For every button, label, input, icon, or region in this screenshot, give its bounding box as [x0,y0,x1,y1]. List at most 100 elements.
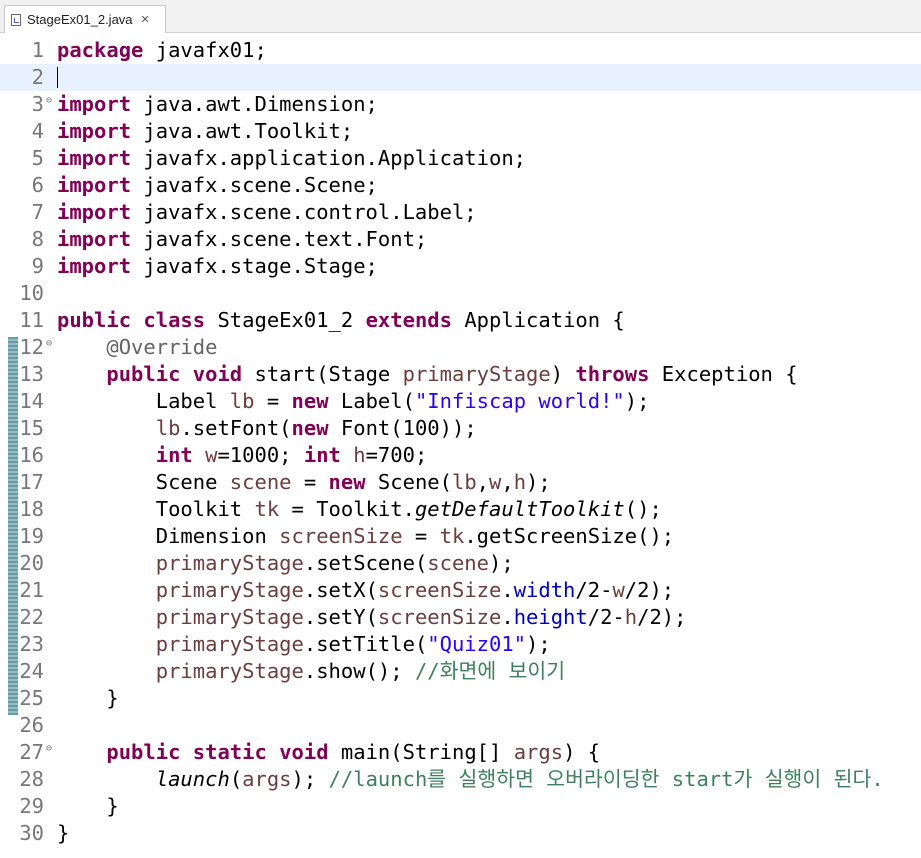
code-line[interactable]: 19 Dimension screenSize = tk.getScreenSi… [0,523,921,550]
code-token: args [242,767,292,791]
code-token: /2); [624,578,675,602]
code-line[interactable]: 9 import javafx.stage.Stage; [0,253,921,280]
editor-tab[interactable]: StageEx01_2.java ✕ [4,5,166,33]
code-line[interactable]: 7 import javafx.scene.control.Label; [0,199,921,226]
code-line[interactable]: 29 } [0,793,921,820]
code-token: lb [155,416,181,440]
code-token: screenSize [377,605,502,629]
code-line[interactable]: 13 public void start(Stage primaryStage)… [0,361,921,388]
code-line[interactable]: 21 primaryStage.setX(screenSize.width/2-… [0,577,921,604]
code-token: javafx.scene.control.Label; [131,200,477,224]
code-token: Label( [328,389,415,413]
code-line[interactable]: 14 Label lb = new Label("Infiscap world!… [0,388,921,415]
code-token: Dimension [57,524,280,548]
code-line[interactable]: 3 ⊖ import java.awt.Dimension; [0,91,921,118]
code-line[interactable]: 22 primaryStage.setY(screenSize.height/2… [0,604,921,631]
line-number: 18 [19,497,44,521]
code-token: = Toolkit. [279,497,415,521]
code-text: public class StageEx01_2 extends Applica… [57,307,625,334]
code-token: ); [291,767,329,791]
code-line[interactable]: 11 public class StageEx01_2 extends Appli… [0,307,921,334]
code-line[interactable]: 20 primaryStage.setScene(scene); [0,550,921,577]
line-number: 8 [31,227,44,251]
code-token: .getScreenSize(); [464,524,675,548]
code-line[interactable]: 30} [0,820,921,847]
fold-minus-icon[interactable]: ⊖ [46,739,52,759]
code-token: tk [439,524,465,548]
code-line[interactable]: 27 ⊖ public static void main(String[] arg… [0,739,921,766]
code-line[interactable]: 16 int w=1000; int h=700; [0,442,921,469]
line-number: 2 [31,65,44,89]
close-icon[interactable]: ✕ [141,13,150,26]
code-text: Label lb = new Label("Infiscap world!"); [57,388,650,415]
code-text: primaryStage.setX(screenSize.width/2-w/2… [57,577,674,604]
line-number: 17 [19,470,44,494]
code-token: = [402,524,440,548]
code-text: public static void main(String[] args) { [57,739,600,766]
code-token: start(Stage [242,362,403,386]
code-token: , [501,470,514,494]
line-number: 1 [31,38,44,62]
code-line[interactable]: 18 Toolkit tk = Toolkit.getDefaultToolki… [0,496,921,523]
code-token: static [192,740,267,764]
code-token: lb [229,389,255,413]
code-line[interactable]: 8 import javafx.scene.text.Font; [0,226,921,253]
code-line[interactable]: 6 import javafx.scene.Scene; [0,172,921,199]
fold-minus-icon[interactable]: ⊖ [46,334,52,354]
line-number: 29 [19,794,44,818]
code-line[interactable]: 10 [0,280,921,307]
code-text: @Override [57,334,217,361]
code-token: java.awt.Dimension; [131,92,378,116]
code-token: = [254,389,292,413]
code-token: height [513,605,588,629]
code-token: primaryStage [155,551,304,575]
code-line[interactable]: 2 [0,64,921,91]
line-number: 10 [19,281,44,305]
code-token: public [106,740,181,764]
line-number: 4 [31,119,44,143]
code-line[interactable]: 12 ⊖ @Override [0,334,921,361]
code-line[interactable]: 28 launch(args); //launch를 실행하면 오버라이딩한 s… [0,766,921,793]
code-text: launch(args); //launch를 실행하면 오버라이딩한 star… [57,766,884,793]
code-token: , [476,470,490,494]
code-token: int [303,443,341,467]
code-line[interactable]: 1 package javafx01; [0,37,921,64]
code-line[interactable]: 26 [0,712,921,739]
fold-minus-icon[interactable]: ⊖ [46,91,52,111]
text-caret [57,67,58,88]
code-token: javafx.application.Application; [131,146,527,170]
code-line[interactable]: 23 primaryStage.setTitle("Quiz01"); [0,631,921,658]
code-token: extends [365,308,452,332]
code-token: package [57,38,144,62]
code-token: public [57,308,132,332]
code-token: h [624,605,638,629]
code-line[interactable]: 15 lb.setFont(new Font(100)); [0,415,921,442]
code-token: width [513,578,576,602]
code-token: Toolkit [57,497,255,521]
code-line[interactable]: 5 import javafx.application.Application; [0,145,921,172]
code-token: Scene [57,470,230,494]
code-token: tk [254,497,280,521]
code-editor[interactable]: 1 package javafx01; 2 3 ⊖ import java.awt.Dim… [0,33,921,858]
code-token: import [57,254,132,278]
code-line[interactable]: 4 import java.awt.Toolkit; [0,118,921,145]
code-token: } [57,794,119,818]
code-token: primaryStage [155,578,304,602]
code-token: primaryStage [155,605,304,629]
code-token: ); [624,389,650,413]
code-token: //화면에 보이기 [414,659,566,683]
code-text: lb.setFont(new Font(100)); [57,415,477,442]
code-text: primaryStage.setY(screenSize.height/2-h/… [57,604,687,631]
code-line[interactable]: 17 Scene scene = new Scene(lb,w,h); [0,469,921,496]
code-line[interactable]: 24 primaryStage.show(); //화면에 보이기 [0,658,921,685]
line-number: 30 [19,821,44,845]
code-line[interactable]: 25 } [0,685,921,712]
code-token: Application { [451,308,625,332]
line-number: 25 [19,686,44,710]
code-token: //launch를 실행하면 오버라이딩한 start가 실행이 된다. [328,767,884,791]
